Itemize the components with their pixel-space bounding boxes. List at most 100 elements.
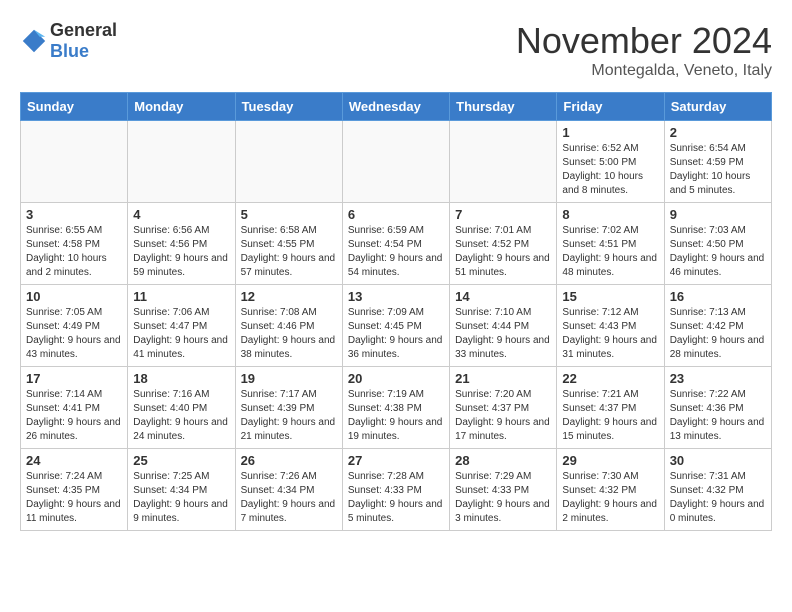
day-number: 7	[455, 207, 551, 222]
day-info: Sunrise: 7:30 AM Sunset: 4:32 PM Dayligh…	[562, 470, 658, 526]
logo-icon	[20, 27, 48, 55]
day-info: Sunrise: 7:05 AM Sunset: 4:49 PM Dayligh…	[26, 306, 122, 362]
page: General Blue November 2024 Montegalda, V…	[0, 0, 792, 541]
day-number: 28	[455, 453, 551, 468]
day-info: Sunrise: 7:17 AM Sunset: 4:39 PM Dayligh…	[241, 388, 337, 444]
day-info: Sunrise: 7:22 AM Sunset: 4:36 PM Dayligh…	[670, 388, 766, 444]
day-number: 4	[133, 207, 229, 222]
day-number: 30	[670, 453, 766, 468]
day-number: 22	[562, 371, 658, 386]
day-info: Sunrise: 7:14 AM Sunset: 4:41 PM Dayligh…	[26, 388, 122, 444]
day-number: 9	[670, 207, 766, 222]
calendar-cell: 15 Sunrise: 7:12 AM Sunset: 4:43 PM Dayli…	[557, 285, 664, 367]
calendar-cell: 16 Sunrise: 7:13 AM Sunset: 4:42 PM Dayli…	[664, 285, 771, 367]
day-number: 5	[241, 207, 337, 222]
calendar: Sunday Monday Tuesday Wednesday Thursday…	[20, 92, 772, 531]
day-info: Sunrise: 7:26 AM Sunset: 4:34 PM Dayligh…	[241, 470, 337, 526]
calendar-cell: 25 Sunrise: 7:25 AM Sunset: 4:34 PM Dayli…	[128, 449, 235, 531]
calendar-cell: 26 Sunrise: 7:26 AM Sunset: 4:34 PM Dayli…	[235, 449, 342, 531]
day-info: Sunrise: 7:19 AM Sunset: 4:38 PM Dayligh…	[348, 388, 444, 444]
calendar-cell: 9 Sunrise: 7:03 AM Sunset: 4:50 PM Daylig…	[664, 203, 771, 285]
day-info: Sunrise: 7:10 AM Sunset: 4:44 PM Dayligh…	[455, 306, 551, 362]
calendar-cell: 28 Sunrise: 7:29 AM Sunset: 4:33 PM Dayli…	[450, 449, 557, 531]
day-info: Sunrise: 7:01 AM Sunset: 4:52 PM Dayligh…	[455, 224, 551, 280]
day-info: Sunrise: 7:24 AM Sunset: 4:35 PM Dayligh…	[26, 470, 122, 526]
day-info: Sunrise: 7:02 AM Sunset: 4:51 PM Dayligh…	[562, 224, 658, 280]
day-number: 14	[455, 289, 551, 304]
day-info: Sunrise: 7:13 AM Sunset: 4:42 PM Dayligh…	[670, 306, 766, 362]
day-number: 25	[133, 453, 229, 468]
calendar-cell: 22 Sunrise: 7:21 AM Sunset: 4:37 PM Dayli…	[557, 367, 664, 449]
day-number: 18	[133, 371, 229, 386]
logo-blue: Blue	[50, 41, 89, 61]
day-info: Sunrise: 6:55 AM Sunset: 4:58 PM Dayligh…	[26, 224, 122, 280]
calendar-cell: 10 Sunrise: 7:05 AM Sunset: 4:49 PM Dayli…	[21, 285, 128, 367]
day-number: 8	[562, 207, 658, 222]
calendar-cell: 27Sunrise: 7:28 AM Sunset: 4:33 PM Dayli…	[342, 449, 449, 531]
calendar-cell: 8 Sunrise: 7:02 AM Sunset: 4:51 PM Daylig…	[557, 203, 664, 285]
day-info: Sunrise: 7:28 AM Sunset: 4:33 PM Dayligh…	[348, 470, 444, 526]
calendar-cell: 29 Sunrise: 7:30 AM Sunset: 4:32 PM Dayli…	[557, 449, 664, 531]
logo-general: General	[50, 20, 117, 40]
day-number: 10	[26, 289, 122, 304]
day-info: Sunrise: 7:12 AM Sunset: 4:43 PM Dayligh…	[562, 306, 658, 362]
header-friday: Friday	[557, 93, 664, 121]
calendar-cell: 13Sunrise: 7:09 AM Sunset: 4:45 PM Dayli…	[342, 285, 449, 367]
day-info: Sunrise: 7:21 AM Sunset: 4:37 PM Dayligh…	[562, 388, 658, 444]
calendar-cell: 6Sunrise: 6:59 AM Sunset: 4:54 PM Daylig…	[342, 203, 449, 285]
day-number: 23	[670, 371, 766, 386]
day-info: Sunrise: 6:58 AM Sunset: 4:55 PM Dayligh…	[241, 224, 337, 280]
day-number: 24	[26, 453, 122, 468]
day-info: Sunrise: 7:08 AM Sunset: 4:46 PM Dayligh…	[241, 306, 337, 362]
day-number: 15	[562, 289, 658, 304]
day-info: Sunrise: 7:03 AM Sunset: 4:50 PM Dayligh…	[670, 224, 766, 280]
calendar-week-2: 10 Sunrise: 7:05 AM Sunset: 4:49 PM Dayli…	[21, 285, 772, 367]
header-sunday: Sunday	[21, 93, 128, 121]
calendar-cell: 19 Sunrise: 7:17 AM Sunset: 4:39 PM Dayli…	[235, 367, 342, 449]
day-info: Sunrise: 7:29 AM Sunset: 4:33 PM Dayligh…	[455, 470, 551, 526]
day-info: Sunrise: 7:16 AM Sunset: 4:40 PM Dayligh…	[133, 388, 229, 444]
header-monday: Monday	[128, 93, 235, 121]
calendar-cell	[342, 121, 449, 203]
month-title: November 2024	[516, 20, 772, 62]
day-info: Sunrise: 6:56 AM Sunset: 4:56 PM Dayligh…	[133, 224, 229, 280]
day-number: 11	[133, 289, 229, 304]
day-info: Sunrise: 7:20 AM Sunset: 4:37 PM Dayligh…	[455, 388, 551, 444]
day-number: 6	[348, 207, 444, 222]
calendar-cell: 17Sunrise: 7:14 AM Sunset: 4:41 PM Dayli…	[21, 367, 128, 449]
subtitle: Montegalda, Veneto, Italy	[516, 62, 772, 80]
calendar-cell	[450, 121, 557, 203]
calendar-cell: 12Sunrise: 7:08 AM Sunset: 4:46 PM Dayli…	[235, 285, 342, 367]
calendar-cell: 21 Sunrise: 7:20 AM Sunset: 4:37 PM Dayli…	[450, 367, 557, 449]
calendar-cell: 4 Sunrise: 6:56 AM Sunset: 4:56 PM Daylig…	[128, 203, 235, 285]
calendar-cell: 3 Sunrise: 6:55 AM Sunset: 4:58 PM Daylig…	[21, 203, 128, 285]
calendar-cell: 7 Sunrise: 7:01 AM Sunset: 4:52 PM Daylig…	[450, 203, 557, 285]
calendar-cell: 1Sunrise: 6:52 AM Sunset: 5:00 PM Daylig…	[557, 121, 664, 203]
header-saturday: Saturday	[664, 93, 771, 121]
calendar-cell: 5 Sunrise: 6:58 AM Sunset: 4:55 PM Daylig…	[235, 203, 342, 285]
calendar-cell: 2 Sunrise: 6:54 AM Sunset: 4:59 PM Daylig…	[664, 121, 771, 203]
calendar-cell: 20 Sunrise: 7:19 AM Sunset: 4:38 PM Dayli…	[342, 367, 449, 449]
day-number: 16	[670, 289, 766, 304]
calendar-cell: 23 Sunrise: 7:22 AM Sunset: 4:36 PM Dayli…	[664, 367, 771, 449]
calendar-week-3: 17Sunrise: 7:14 AM Sunset: 4:41 PM Dayli…	[21, 367, 772, 449]
calendar-week-0: 1Sunrise: 6:52 AM Sunset: 5:00 PM Daylig…	[21, 121, 772, 203]
calendar-cell: 14 Sunrise: 7:10 AM Sunset: 4:44 PM Dayli…	[450, 285, 557, 367]
day-number: 26	[241, 453, 337, 468]
calendar-week-4: 24 Sunrise: 7:24 AM Sunset: 4:35 PM Dayli…	[21, 449, 772, 531]
day-info: Sunrise: 7:25 AM Sunset: 4:34 PM Dayligh…	[133, 470, 229, 526]
day-number: 29	[562, 453, 658, 468]
day-info: Sunrise: 6:54 AM Sunset: 4:59 PM Dayligh…	[670, 142, 766, 198]
day-number: 19	[241, 371, 337, 386]
header: General Blue November 2024 Montegalda, V…	[20, 20, 772, 80]
day-number: 2	[670, 125, 766, 140]
calendar-cell: 24 Sunrise: 7:24 AM Sunset: 4:35 PM Dayli…	[21, 449, 128, 531]
calendar-cell	[128, 121, 235, 203]
calendar-header-row: Sunday Monday Tuesday Wednesday Thursday…	[21, 93, 772, 121]
day-number: 3	[26, 207, 122, 222]
day-number: 21	[455, 371, 551, 386]
day-info: Sunrise: 7:06 AM Sunset: 4:47 PM Dayligh…	[133, 306, 229, 362]
day-info: Sunrise: 6:52 AM Sunset: 5:00 PM Dayligh…	[562, 142, 658, 198]
title-area: November 2024 Montegalda, Veneto, Italy	[516, 20, 772, 80]
day-number: 20	[348, 371, 444, 386]
